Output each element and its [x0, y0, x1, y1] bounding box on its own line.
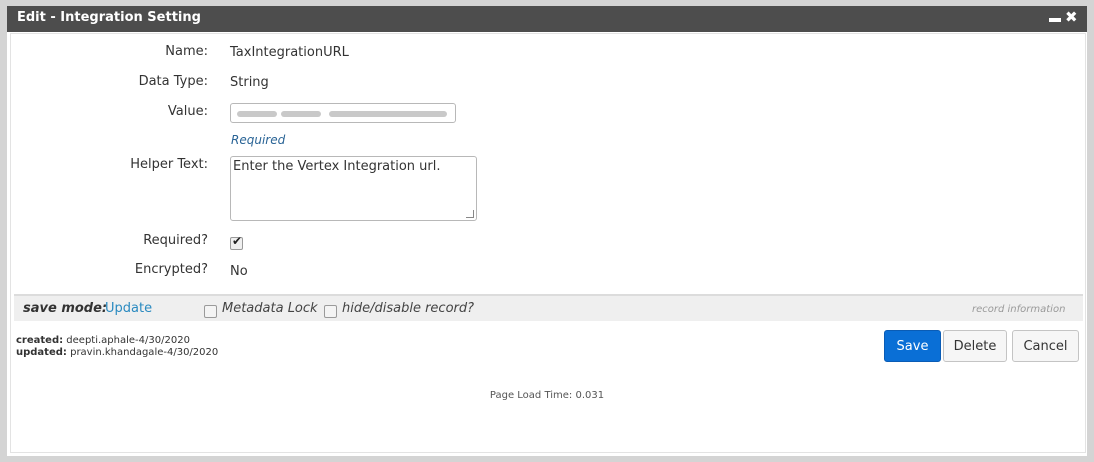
close-icon[interactable]: ✖ — [1065, 9, 1078, 25]
save-mode-bar: save mode: Update Metadata Lock hide/dis… — [14, 294, 1083, 321]
save-mode-link[interactable]: Update — [105, 301, 152, 316]
dialog-title: Edit - Integration Setting — [17, 10, 201, 25]
created-value: deepti.aphale-4/30/2020 — [66, 335, 190, 346]
encrypted-value: No — [230, 264, 248, 279]
helper-text-field[interactable]: Enter the Vertex Integration url. — [230, 156, 477, 221]
page-load-time: Page Load Time: 0.031 — [489, 390, 605, 401]
save-mode-label: save mode: — [23, 301, 108, 316]
checkmark-icon: ✔ — [232, 234, 243, 248]
helper-text-label: Helper Text: — [130, 157, 208, 172]
save-button[interactable]: Save — [884, 330, 941, 362]
hide-disable-label: hide/disable record? — [342, 301, 475, 316]
metadata-lock-label: Metadata Lock — [222, 301, 318, 316]
name-value: TaxIntegrationURL — [230, 45, 349, 60]
helper-text-value: Enter the Vertex Integration url. — [233, 159, 441, 174]
data-type-value: String — [230, 75, 269, 90]
required-label: Required? — [143, 233, 208, 248]
value-blurred-text — [281, 111, 321, 117]
value-input[interactable] — [230, 103, 456, 123]
value-blurred-text — [237, 111, 277, 117]
created-info: created: deepti.aphale-4/30/2020 — [16, 335, 190, 346]
value-label: Value: — [167, 104, 208, 119]
encrypted-label: Encrypted? — [134, 262, 208, 277]
delete-button[interactable]: Delete — [943, 330, 1007, 362]
resize-handle-icon[interactable] — [466, 210, 474, 218]
updated-label: updated: — [16, 347, 67, 358]
metadata-lock-checkbox[interactable] — [204, 305, 217, 318]
dialog-titlebar: Edit - Integration Setting ✖ — [7, 6, 1087, 32]
cancel-button[interactable]: Cancel — [1012, 330, 1079, 362]
created-label: created: — [16, 335, 64, 346]
minimize-icon[interactable] — [1049, 18, 1061, 22]
hide-disable-checkbox[interactable] — [324, 305, 337, 318]
value-required-note: Required — [231, 133, 286, 147]
data-type-label: Data Type: — [138, 74, 208, 89]
value-blurred-text — [329, 111, 447, 117]
name-label: Name: — [165, 44, 208, 59]
updated-value: pravin.khandagale-4/30/2020 — [70, 347, 219, 358]
updated-info: updated: pravin.khandagale-4/30/2020 — [16, 347, 218, 358]
required-checkbox[interactable]: ✔ — [230, 234, 243, 250]
record-information-link[interactable]: record information — [972, 304, 1065, 315]
